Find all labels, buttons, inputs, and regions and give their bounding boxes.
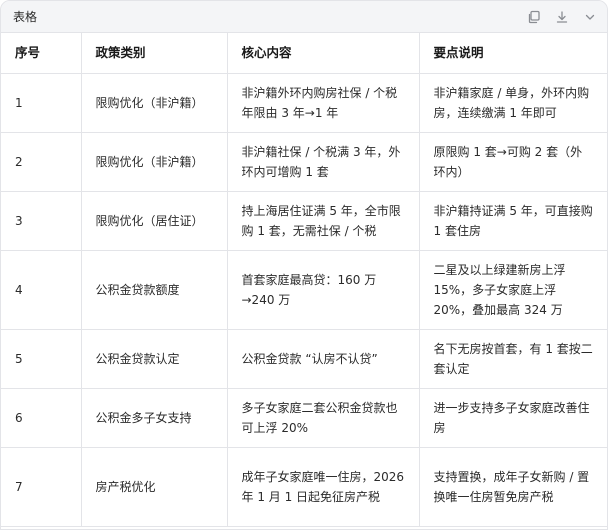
table-row: 6 公积金多子女支持 多子女家庭二套公积金贷款也可上浮 20% 进一步支持多子女… [1, 388, 607, 448]
table-header-row: 序号 政策类别 核心内容 要点说明 [1, 33, 607, 74]
panel-toolbar [527, 10, 597, 24]
table-row: 1 限购优化（非沪籍） 非沪籍外环内购房社保 / 个税年限由 3 年→1 年 非… [1, 73, 607, 133]
header-category: 政策类别 [81, 33, 228, 74]
cell-index: 6 [1, 388, 82, 448]
policy-table: 序号 政策类别 核心内容 要点说明 1 限购优化（非沪籍） 非沪籍外环内购房社保… [1, 33, 607, 527]
cell-notes: 原限购 1 套→可购 2 套（外环内） [419, 132, 607, 192]
cell-category: 限购优化（非沪籍） [81, 73, 228, 133]
header-index: 序号 [1, 33, 82, 74]
download-icon[interactable] [555, 10, 569, 24]
collapse-icon[interactable] [583, 10, 597, 24]
header-content: 核心内容 [227, 33, 420, 74]
cell-index: 5 [1, 329, 82, 389]
table-row: 2 限购优化（非沪籍） 非沪籍社保 / 个税满 3 年，外环内可增购 1 套 原… [1, 132, 607, 192]
cell-index: 1 [1, 73, 82, 133]
cell-notes: 二星及以上绿建新房上浮 15%，多子女家庭上浮 20%，叠加最高 324 万 [419, 250, 607, 330]
table-row: 4 公积金贷款额度 首套家庭最高贷：160 万→240 万 二星及以上绿建新房上… [1, 250, 607, 330]
cell-category: 公积金贷款额度 [81, 250, 228, 330]
cell-category: 公积金多子女支持 [81, 388, 228, 448]
table-panel: 表格 序号 政策类别 核心内容 要点说明 1 限购优化（非沪籍） 非沪籍外环内购… [0, 0, 608, 530]
cell-index: 4 [1, 250, 82, 330]
header-notes: 要点说明 [419, 33, 607, 74]
copy-icon[interactable] [527, 10, 541, 24]
table-row: 3 限购优化（居住证） 持上海居住证满 5 年，全市限购 1 套，无需社保 / … [1, 191, 607, 251]
panel-title: 表格 [13, 10, 38, 24]
cell-notes: 进一步支持多子女家庭改善住房 [419, 388, 607, 448]
cell-content: 公积金贷款 “认房不认贷” [227, 329, 420, 389]
panel-header: 表格 [1, 1, 607, 33]
cell-content: 非沪籍社保 / 个税满 3 年，外环内可增购 1 套 [227, 132, 420, 192]
table-row: 5 公积金贷款认定 公积金贷款 “认房不认贷” 名下无房按首套，有 1 套按二套… [1, 329, 607, 389]
cell-content: 非沪籍外环内购房社保 / 个税年限由 3 年→1 年 [227, 73, 420, 133]
cell-index: 3 [1, 191, 82, 251]
cell-content: 多子女家庭二套公积金贷款也可上浮 20% [227, 388, 420, 448]
cell-notes: 名下无房按首套，有 1 套按二套认定 [419, 329, 607, 389]
cell-category: 公积金贷款认定 [81, 329, 228, 389]
cell-index: 2 [1, 132, 82, 192]
cell-category: 限购优化（非沪籍） [81, 132, 228, 192]
cell-notes: 非沪籍家庭 / 单身，外环内购房，连续缴满 1 年即可 [419, 73, 607, 133]
cell-content: 持上海居住证满 5 年，全市限购 1 套，无需社保 / 个税 [227, 191, 420, 251]
cell-category: 限购优化（居住证） [81, 191, 228, 251]
cell-notes: 非沪籍持证满 5 年，可直接购 1 套住房 [419, 191, 607, 251]
cell-content: 首套家庭最高贷：160 万→240 万 [227, 250, 420, 330]
